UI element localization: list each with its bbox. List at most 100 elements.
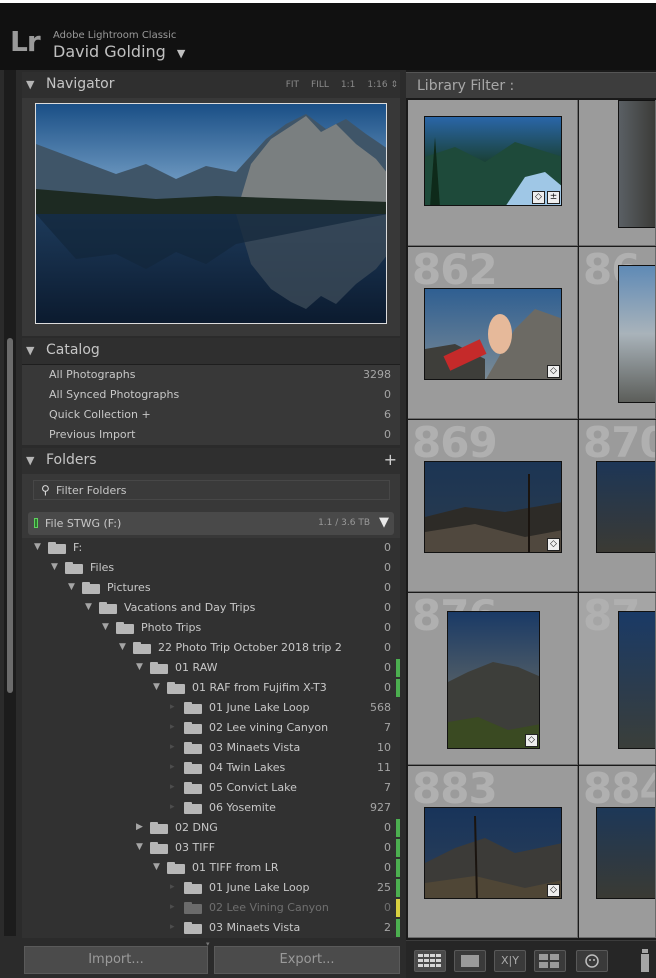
- folder-row[interactable]: ▼ Photo Trips 0: [22, 618, 400, 638]
- expand-triangle-icon[interactable]: ▼: [153, 682, 160, 692]
- folder-row[interactable]: ▼ Files 0: [22, 558, 400, 578]
- folder-name: 01 RAW: [175, 661, 218, 674]
- photo-thumbnail[interactable]: ◇: [424, 288, 562, 380]
- folder-row[interactable]: ▼ 01 RAF from Fujifim X-T3 0: [22, 678, 400, 698]
- grid-cell[interactable]: 870: [579, 420, 656, 592]
- folder-row[interactable]: ▶ 02 DNG 0: [22, 818, 400, 838]
- zoom-fill[interactable]: FILL: [311, 80, 329, 90]
- grid-icon: [418, 954, 441, 967]
- folder-sync-marker: [396, 679, 400, 697]
- metadata-badge-icon: ◇: [547, 538, 560, 551]
- grid-cell[interactable]: 87: [579, 593, 656, 765]
- photo-thumbnail[interactable]: [596, 807, 655, 899]
- folder-count: 7: [384, 781, 391, 794]
- folder-row[interactable]: ▸ 01 June Lake Loop 25: [22, 878, 400, 898]
- navigator-header[interactable]: ▼ Navigator FIT FILL 1:1 1:16 ⇕: [22, 72, 400, 98]
- photo-thumbnail[interactable]: [618, 265, 655, 403]
- expand-triangle-icon[interactable]: ▼: [153, 862, 160, 872]
- folder-row[interactable]: ▸ 06 Yosemite 927: [22, 798, 400, 818]
- folder-count: 2: [384, 921, 391, 934]
- expand-triangle-icon[interactable]: ▼: [68, 582, 75, 592]
- folder-row[interactable]: ▸ 03 Minaets Vista 10: [22, 738, 400, 758]
- cell-index-number: 870: [583, 420, 655, 467]
- catalog-item-previous-import[interactable]: Previous Import 0: [22, 425, 400, 445]
- disclosure-triangle-icon: ▸: [170, 702, 175, 712]
- photo-thumbnail[interactable]: ◇: [447, 611, 540, 749]
- compare-view-button[interactable]: X|Y: [494, 950, 526, 972]
- grid-cell[interactable]: 884: [579, 766, 656, 938]
- import-button[interactable]: Import...: [24, 946, 208, 974]
- photo-thumbnail[interactable]: ◇: [424, 807, 562, 899]
- grid-cell[interactable]: [579, 100, 656, 246]
- filter-folders-input[interactable]: ⚲ Filter Folders: [33, 480, 390, 500]
- grid-view-button[interactable]: [414, 950, 446, 972]
- grid-cell[interactable]: 86: [579, 247, 656, 419]
- photo-thumbnail[interactable]: ◇: [424, 461, 562, 553]
- folder-row[interactable]: ▸ 04 Twin Lakes 11: [22, 758, 400, 778]
- zoom-custom[interactable]: 1:16 ⇕: [367, 80, 398, 90]
- add-folder-icon[interactable]: +: [384, 450, 397, 469]
- folders-header[interactable]: ▼ Folders +: [22, 448, 400, 474]
- lightroom-logo: Lr: [10, 25, 41, 58]
- folder-row[interactable]: ▼ F: 0: [22, 538, 400, 558]
- folder-row[interactable]: ▸ 02 Lee vining Canyon 7: [22, 718, 400, 738]
- export-button[interactable]: Export...: [214, 946, 400, 974]
- left-panel-scroll-thumb[interactable]: [7, 338, 13, 693]
- people-view-button[interactable]: [576, 950, 608, 972]
- survey-view-button[interactable]: [534, 950, 566, 972]
- photo-thumbnail[interactable]: [618, 611, 655, 749]
- library-filter-bar[interactable]: Library Filter :: [406, 72, 656, 98]
- expand-triangle-icon[interactable]: ▼: [34, 542, 41, 552]
- expand-triangle-icon[interactable]: ▼: [51, 562, 58, 572]
- folder-icon: [184, 922, 202, 934]
- folder-row[interactable]: ▼ 22 Photo Trip October 2018 trip 2 0: [22, 638, 400, 658]
- volume-bar[interactable]: File STWG (F:) 1.1 / 3.6 TB ▼: [28, 512, 394, 535]
- folders-title: Folders: [46, 452, 97, 468]
- collapse-triangle-icon[interactable]: ▼: [26, 78, 34, 91]
- expand-triangle-icon[interactable]: ▼: [85, 602, 92, 612]
- collapse-triangle-icon[interactable]: ▼: [26, 344, 34, 357]
- catalog-header[interactable]: ▼ Catalog: [22, 338, 400, 364]
- loupe-icon: [461, 955, 479, 967]
- grid-cell[interactable]: 869 ◇: [408, 420, 578, 592]
- grid-cell[interactable]: 883 ◇: [408, 766, 578, 938]
- expand-triangle-icon[interactable]: ▼: [119, 642, 126, 652]
- snag-tree-photo: [425, 474, 561, 552]
- metadata-badge-icon: ◇: [532, 191, 545, 204]
- collapse-triangle-icon[interactable]: ▼: [26, 454, 34, 467]
- loupe-view-button[interactable]: [454, 950, 486, 972]
- zoom-fit[interactable]: FIT: [286, 80, 299, 90]
- photo-thumbnail[interactable]: [618, 100, 655, 228]
- photo-thumbnail[interactable]: ◇ ±: [424, 116, 562, 206]
- folder-name: 01 RAF from Fujifim X-T3: [192, 681, 327, 694]
- grid-cell[interactable]: ◇ ±: [408, 100, 578, 246]
- expand-triangle-icon[interactable]: ▼: [102, 622, 109, 632]
- expand-triangle-icon[interactable]: ▼: [136, 842, 143, 852]
- grid-cell[interactable]: 876 ◇: [408, 593, 578, 765]
- expand-triangle-icon[interactable]: ▼: [136, 662, 143, 672]
- folder-row[interactable]: ▼ 03 TIFF 0: [22, 838, 400, 858]
- folder-row[interactable]: ▸ 03 Minaets Vista 2: [22, 918, 400, 938]
- catalog-item-all-synced[interactable]: All Synced Photographs 0: [22, 385, 400, 405]
- folder-row[interactable]: ▼ Pictures 0: [22, 578, 400, 598]
- photo-thumbnail[interactable]: [596, 461, 655, 553]
- painter-spray-can-icon[interactable]: [638, 948, 652, 974]
- user-name: David Golding: [53, 42, 166, 61]
- folder-row[interactable]: ▸ 05 Convict Lake 7: [22, 778, 400, 798]
- folder-row[interactable]: ▼ 01 TIFF from LR 0: [22, 858, 400, 878]
- grid-cell[interactable]: 862 ◇: [408, 247, 578, 419]
- folder-row[interactable]: ▼ Vacations and Day Trips 0: [22, 598, 400, 618]
- user-name-menu[interactable]: David Golding ▼: [53, 42, 185, 61]
- zoom-1-1[interactable]: 1:1: [341, 80, 355, 90]
- folder-row[interactable]: ▼ 01 RAW 0: [22, 658, 400, 678]
- catalog-item-all-photographs[interactable]: All Photographs 3298: [22, 365, 400, 385]
- folder-name: 04 Twin Lakes: [209, 761, 286, 774]
- catalog-item-quick-collection[interactable]: Quick Collection + 6: [22, 405, 400, 425]
- folder-count: 10: [377, 741, 391, 754]
- folder-count: 0: [384, 581, 391, 594]
- folder-row[interactable]: ▸ 02 Lee Vining Canyon 0: [22, 898, 400, 918]
- expand-triangle-icon[interactable]: ▶: [136, 822, 143, 832]
- folder-row[interactable]: ▸ 01 June Lake Loop 568: [22, 698, 400, 718]
- chevron-down-icon[interactable]: ▼: [379, 515, 389, 530]
- navigator-preview-image[interactable]: [35, 103, 387, 324]
